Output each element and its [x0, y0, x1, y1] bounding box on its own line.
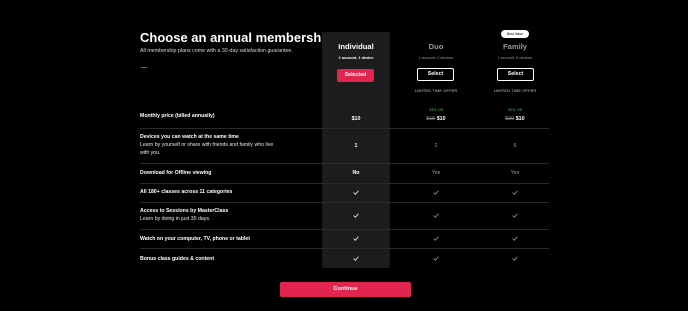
duo-original-price: $15	[426, 116, 436, 122]
row-divider	[140, 229, 549, 230]
plan-devices-individual: 1 account, 1 device	[338, 56, 374, 60]
individual-selected-button[interactable]: Selected	[337, 69, 374, 82]
family-current-price: $10	[515, 116, 525, 122]
check-icon	[481, 190, 549, 195]
check-icon	[481, 236, 549, 241]
row-label-price: Monthly price (billed annually)	[140, 113, 215, 119]
check-icon	[402, 190, 470, 195]
family-discount: 50% Off	[508, 108, 522, 112]
check-icon	[322, 236, 390, 241]
check-icon	[402, 256, 470, 261]
duo-discount: 33% Off	[429, 108, 443, 112]
duo-price: $15 $10	[402, 116, 470, 122]
family-select-button[interactable]: Select	[497, 68, 534, 81]
family-original-price: $20	[505, 116, 515, 122]
plan-devices-duo: 1 account, 2 devices	[418, 56, 454, 60]
page-title: Choose an annual membership	[140, 30, 333, 45]
family-offline: Yes	[510, 170, 520, 176]
selected-plan-column	[322, 32, 390, 268]
row-label-bonus: Bonus class guides & content	[140, 256, 215, 262]
row-divider	[140, 248, 549, 249]
check-icon	[481, 256, 549, 261]
best-value-badge: Best Value	[501, 30, 529, 38]
plan-devices-family: 1 account, 6 devices	[497, 56, 533, 60]
family-offer-label: LIMITED TIME OFFER	[493, 89, 537, 93]
page-subtitle: All membership plans come with a 30-day …	[140, 48, 293, 54]
check-icon	[481, 213, 549, 218]
duo-devices: 2	[434, 143, 438, 149]
individual-devices: 1	[354, 143, 358, 149]
row-label-watch: Watch on your computer, TV, phone or tab…	[140, 236, 251, 242]
row-divider	[140, 183, 549, 184]
duo-offer-label: LIMITED TIME OFFER	[414, 89, 458, 93]
check-icon	[322, 256, 390, 261]
row-divider	[140, 202, 549, 203]
family-price: $20 $10	[481, 116, 549, 122]
family-devices: 6	[513, 143, 517, 149]
row-divider	[140, 128, 549, 129]
plan-name-duo: Duo	[428, 42, 444, 51]
accent-underline	[141, 67, 147, 68]
row-label-offline: Download for Offline viewing	[140, 170, 212, 176]
check-icon	[402, 213, 470, 218]
row-divider	[140, 163, 549, 164]
check-icon	[402, 236, 470, 241]
plan-name-family: Family	[502, 42, 528, 51]
row-label-sessions: Access to Sessions by MasterClass Learn …	[140, 208, 229, 222]
continue-button[interactable]: Continue	[280, 282, 411, 297]
row-label-devices: Devices you can watch at the same time L…	[140, 134, 274, 156]
duo-offline: Yes	[431, 170, 441, 176]
row-label-classes: All 180+ classes across 11 categories	[140, 189, 233, 195]
check-icon	[322, 213, 390, 218]
plan-name-individual: Individual	[338, 42, 374, 51]
duo-current-price: $10	[436, 116, 446, 122]
duo-select-button[interactable]: Select	[417, 68, 454, 81]
individual-price: $10	[351, 116, 361, 122]
check-icon	[322, 190, 390, 195]
individual-offline: No	[352, 170, 360, 176]
